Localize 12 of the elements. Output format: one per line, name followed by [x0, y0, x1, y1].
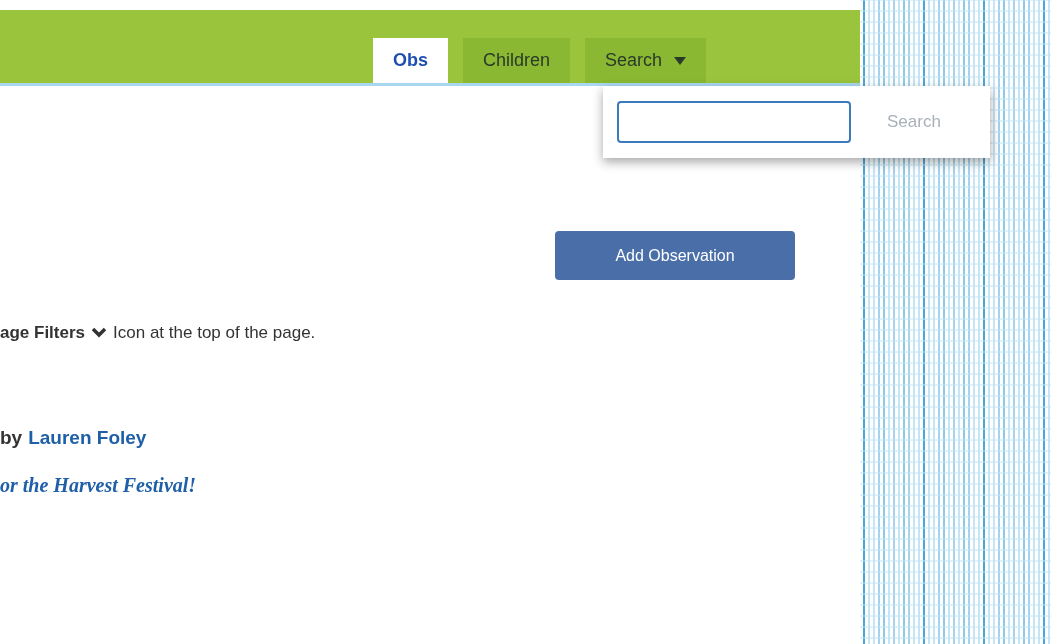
chevron-down-icon [91, 327, 108, 339]
author-link[interactable]: Lauren Foley [28, 423, 147, 452]
search-field[interactable] [617, 101, 851, 143]
caption-text: or the Harvest Festival! [0, 473, 198, 498]
search-dropdown-tab[interactable]: Search [585, 38, 707, 83]
hint-text: age Filters [0, 322, 86, 344]
add-observation-button[interactable]: Add Observation [555, 231, 795, 280]
nav-tab[interactable]: Obs [373, 38, 448, 83]
hint-text: Icon at the top of the page. [113, 322, 316, 344]
nav-tab[interactable]: Children [463, 38, 571, 83]
caret-icon [674, 56, 687, 65]
byline-text: by [0, 425, 23, 450]
